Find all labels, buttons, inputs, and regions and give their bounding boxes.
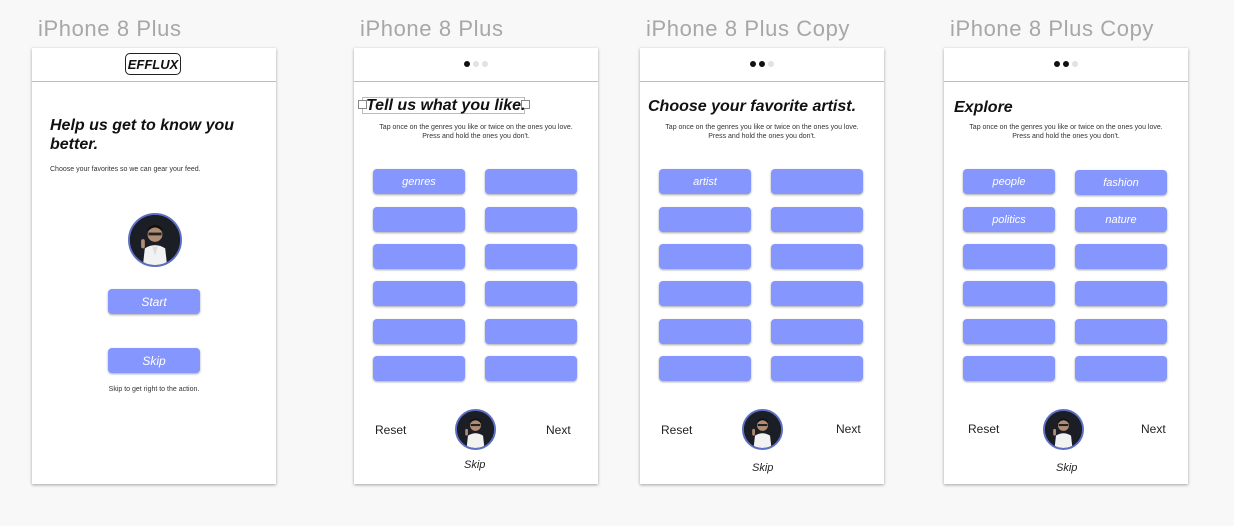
page-headline: Explore — [954, 99, 1013, 116]
artboard-title-1[interactable]: iPhone 8 Plus — [38, 16, 182, 42]
option-pill[interactable] — [771, 169, 863, 194]
nav-bar: EFFLUX — [32, 48, 276, 82]
option-pill[interactable]: politics — [963, 207, 1055, 232]
option-pill[interactable] — [771, 281, 863, 306]
skip-link[interactable]: Skip — [1056, 462, 1077, 474]
option-pill[interactable] — [373, 281, 465, 306]
skip-link[interactable]: Skip — [752, 462, 773, 474]
page-subtext: Tap once on the genres you like or twice… — [944, 123, 1188, 141]
option-pill[interactable]: nature — [1075, 207, 1167, 232]
nav-bar — [944, 48, 1188, 82]
nav-bar — [640, 48, 884, 82]
profile-photo-icon — [130, 215, 180, 265]
option-pill[interactable] — [1075, 319, 1167, 344]
option-pill[interactable] — [659, 244, 751, 269]
next-button[interactable]: Next — [1141, 422, 1166, 436]
option-pill[interactable]: fashion — [1075, 170, 1167, 195]
skip-link[interactable]: Skip — [464, 459, 485, 471]
option-pill[interactable] — [963, 356, 1055, 381]
avatar-icon[interactable] — [128, 213, 182, 267]
artboard-genres: Tell us what you like. Tap once on the g… — [354, 48, 598, 484]
option-pill[interactable] — [485, 281, 577, 306]
option-pill[interactable]: artist — [659, 169, 751, 194]
option-pill[interactable] — [485, 356, 577, 381]
artboard-artists: Choose your favorite artist. Tap once on… — [640, 48, 884, 484]
nav-bar — [354, 48, 598, 82]
artboard-title-2[interactable]: iPhone 8 Plus — [360, 16, 504, 42]
option-pill[interactable] — [771, 356, 863, 381]
option-pill[interactable] — [485, 244, 577, 269]
option-pill[interactable] — [373, 244, 465, 269]
page-dot-active — [1054, 61, 1060, 67]
page-indicator — [640, 61, 884, 67]
artboard-title-4[interactable]: iPhone 8 Plus Copy — [950, 16, 1154, 42]
option-pill[interactable] — [771, 207, 863, 232]
page-subtext: Tap once on the genres you like or twice… — [640, 123, 884, 141]
option-pill[interactable] — [373, 356, 465, 381]
subtext-line: Tap once on the genres you like or twice… — [665, 124, 859, 131]
artboard-explore: Explore Tap once on the genres you like … — [944, 48, 1188, 484]
reset-button[interactable]: Reset — [375, 423, 406, 437]
subtext-line: Press and hold the ones you don't. — [422, 133, 530, 140]
artboard-onboarding-welcome: EFFLUX Help us get to know you better. C… — [32, 48, 276, 484]
artboard-title-3[interactable]: iPhone 8 Plus Copy — [646, 16, 850, 42]
page-dot — [482, 61, 488, 67]
page-subtext: Choose your favorites so we can gear you… — [50, 166, 201, 173]
option-pill[interactable] — [1075, 356, 1167, 381]
page-dot — [1072, 61, 1078, 67]
option-pill[interactable] — [963, 281, 1055, 306]
subtext-line: Press and hold the ones you don't. — [1012, 133, 1120, 140]
efflux-logo: EFFLUX — [125, 53, 181, 75]
page-dot — [768, 61, 774, 67]
page-dot-active — [1063, 61, 1069, 67]
profile-photo-icon — [744, 411, 781, 448]
subtext-line: Tap once on the genres you like or twice… — [379, 124, 573, 131]
page-headline: Choose your favorite artist. — [648, 98, 857, 115]
profile-photo-icon — [1045, 411, 1082, 448]
avatar-icon[interactable] — [742, 409, 783, 450]
option-pill[interactable] — [659, 281, 751, 306]
next-button[interactable]: Next — [836, 422, 861, 436]
option-pill[interactable] — [485, 319, 577, 344]
page-dot-active — [759, 61, 765, 67]
option-pill[interactable] — [659, 207, 751, 232]
reset-button[interactable]: Reset — [661, 423, 692, 437]
skip-caption: Skip to get right to the action. — [108, 386, 200, 393]
option-pill[interactable] — [1075, 244, 1167, 269]
option-pill[interactable] — [659, 356, 751, 381]
next-button[interactable]: Next — [546, 423, 571, 437]
page-dot-active — [464, 61, 470, 67]
skip-button[interactable]: Skip — [108, 348, 200, 373]
page-indicator — [354, 61, 598, 67]
option-pill[interactable] — [659, 319, 751, 344]
option-pill[interactable] — [1075, 281, 1167, 306]
option-pill[interactable] — [485, 207, 577, 232]
page-headline: Tell us what you like. — [366, 97, 526, 114]
option-pill[interactable] — [771, 319, 863, 344]
subtext-line: Tap once on the genres you like or twice… — [969, 124, 1163, 131]
option-pill[interactable] — [963, 319, 1055, 344]
avatar-icon[interactable] — [1043, 409, 1084, 450]
page-dot — [473, 61, 479, 67]
profile-photo-icon — [457, 411, 494, 448]
option-pill[interactable] — [963, 244, 1055, 269]
option-pill[interactable]: people — [963, 169, 1055, 194]
option-pill[interactable] — [373, 207, 465, 232]
option-pill[interactable]: genres — [373, 169, 465, 194]
avatar-icon[interactable] — [455, 409, 496, 450]
option-pill[interactable] — [771, 244, 863, 269]
option-pill[interactable] — [485, 169, 577, 194]
start-button[interactable]: Start — [108, 289, 200, 314]
reset-button[interactable]: Reset — [968, 422, 999, 436]
subtext-line: Press and hold the ones you don't. — [708, 133, 816, 140]
page-dot-active — [750, 61, 756, 67]
page-indicator — [944, 61, 1188, 67]
page-subtext: Tap once on the genres you like or twice… — [354, 123, 598, 141]
option-pill[interactable] — [373, 319, 465, 344]
page-headline: Help us get to know you better. — [50, 117, 235, 153]
